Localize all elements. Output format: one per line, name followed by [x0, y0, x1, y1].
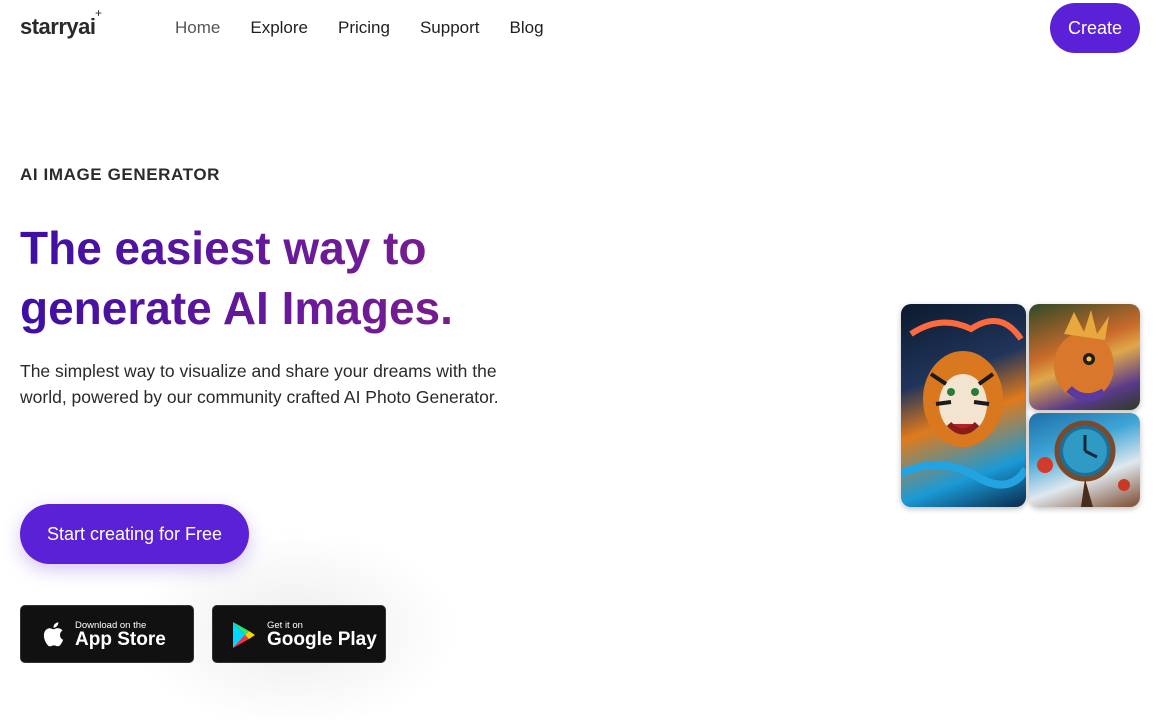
clock-illustration	[1037, 420, 1130, 507]
nav-home[interactable]: Home	[175, 17, 220, 39]
start-creating-button[interactable]: Start creating for Free	[20, 504, 249, 564]
google-play-badge[interactable]: Get it on Google Play	[212, 605, 386, 663]
hero-subtext: The simplest way to visualize and share …	[20, 361, 499, 407]
site-header: starryai + Home Explore Pricing Support …	[0, 0, 1160, 56]
nav-support[interactable]: Support	[420, 17, 480, 39]
tiger-illustration	[901, 318, 1026, 489]
headline-line-1: The easiest way to	[20, 222, 427, 274]
nav-blog[interactable]: Blog	[510, 17, 544, 39]
tiger-image	[901, 304, 1026, 507]
landing-page: starryai + Home Explore Pricing Support …	[0, 0, 1160, 720]
hero-headline: The easiest way to generate AI Images.	[20, 218, 540, 338]
app-store-big-text: App Store	[75, 629, 166, 650]
google-play-big-text: Google Play	[267, 629, 377, 650]
main-nav: Home Explore Pricing Support Blog	[175, 17, 574, 39]
apple-icon	[43, 622, 64, 647]
logo-text: starryai	[20, 14, 96, 39]
eyebrow-label: AI IMAGE GENERATOR	[20, 165, 221, 184]
create-button[interactable]: Create	[1050, 3, 1140, 53]
google-play-icon	[233, 622, 255, 648]
nav-pricing[interactable]: Pricing	[338, 17, 390, 39]
clock-image	[1029, 413, 1140, 507]
logo-spark-icon: +	[95, 6, 102, 20]
bird-image	[1029, 304, 1140, 410]
image-collage	[901, 304, 1140, 507]
bird-illustration	[1054, 310, 1114, 402]
nav-explore[interactable]: Explore	[250, 17, 308, 39]
logo[interactable]: starryai +	[20, 6, 102, 40]
headline-line-2: generate AI Images.	[20, 282, 453, 334]
app-store-badge[interactable]: Download on the App Store	[20, 605, 194, 663]
